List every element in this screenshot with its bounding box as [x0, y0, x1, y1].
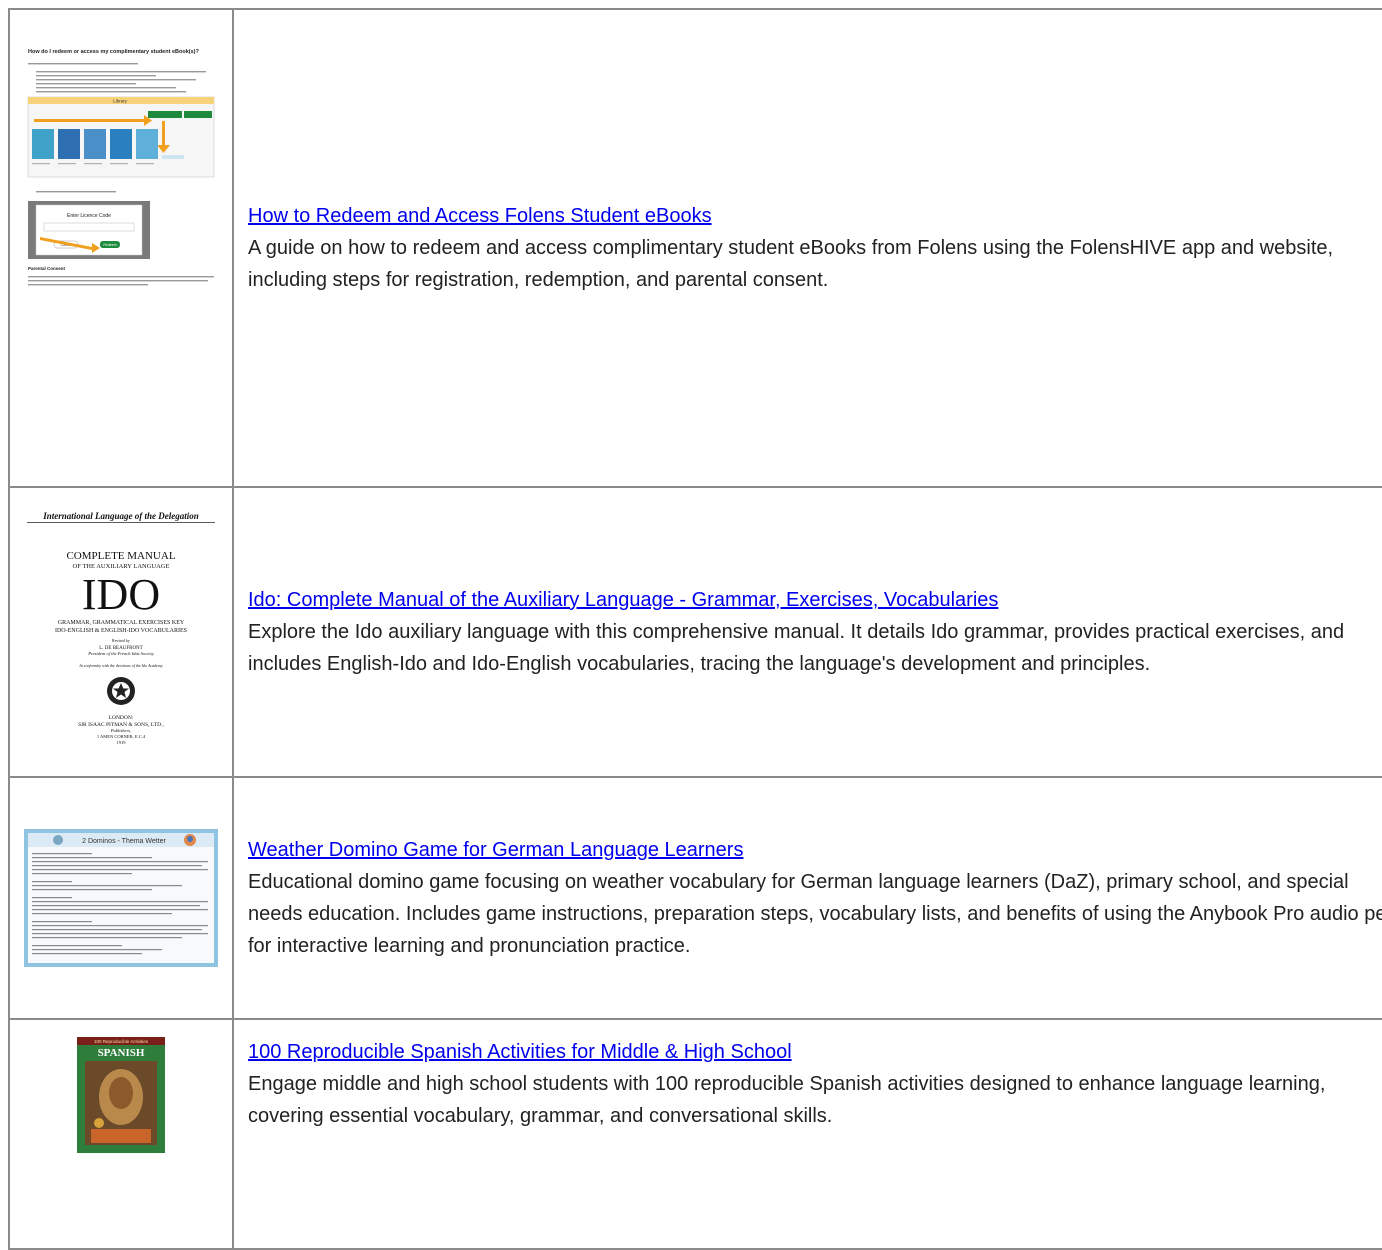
- table-row: International Language of the Delegation…: [8, 486, 1382, 778]
- result-title-link[interactable]: How to Redeem and Access Folens Student …: [248, 200, 712, 232]
- spanish-activities-thumbnail: 100 Reproducible Activities SPANISH: [77, 1037, 165, 1153]
- result-title-link[interactable]: 100 Reproducible Spanish Activities for …: [248, 1036, 792, 1068]
- library-label: Library: [113, 99, 128, 104]
- result-info-cell: Ido: Complete Manual of the Auxiliary La…: [232, 486, 1382, 778]
- folens-guide-thumbnail: How do I redeem or access my complimenta…: [20, 41, 222, 367]
- cover-line: Revised by: [112, 638, 130, 643]
- thumbnail-cell: International Language of the Delegation…: [8, 486, 234, 778]
- thumbnail[interactable]: How do I redeem or access my complimenta…: [10, 11, 232, 485]
- ido-manual-thumbnail: International Language of the Delegation…: [21, 507, 221, 757]
- table-row: How do I redeem or access my complimenta…: [8, 8, 1382, 488]
- result-info-cell: How to Redeem and Access Folens Student …: [232, 8, 1382, 488]
- result-description: Educational domino game focusing on weat…: [248, 871, 1382, 957]
- cover-line: GRAMMAR, GRAMMATICAL EXERCISES KEY: [58, 620, 185, 626]
- cover-line: OF THE AUXILIARY LANGUAGE: [73, 563, 170, 570]
- thumbnail[interactable]: International Language of the Delegation…: [10, 489, 232, 775]
- section-label: Parental Consent: [28, 266, 66, 271]
- game-heading: 2 Dominos - Thema Wetter: [82, 838, 166, 845]
- thumb-heading: How do I redeem or access my complimenta…: [28, 49, 199, 55]
- thumbnail[interactable]: 2 Dominos - Thema Wetter: [10, 779, 232, 1017]
- redeem-label: Redeem: [103, 243, 116, 247]
- cover-line: COMPLETE MANUAL: [66, 550, 175, 562]
- cover-line: In conformity with the decisions of the …: [78, 663, 162, 668]
- table-row: 100 Reproducible Activities SPANISH 100 …: [8, 1018, 1382, 1250]
- result-title-link[interactable]: Weather Domino Game for German Language …: [248, 834, 743, 866]
- results-table: How do I redeem or access my complimenta…: [8, 8, 1382, 1250]
- result-description: A guide on how to redeem and access comp…: [248, 237, 1334, 291]
- thumbnail-cell: How do I redeem or access my complimenta…: [8, 8, 234, 488]
- cover-line: LONDON:: [109, 715, 134, 721]
- result-description: Explore the Ido auxiliary language with …: [248, 621, 1345, 675]
- cover-banner: 100 Reproducible Activities: [94, 1039, 149, 1044]
- thumbnail[interactable]: 100 Reproducible Activities SPANISH: [10, 1020, 232, 1170]
- cover-title: SPANISH: [98, 1047, 145, 1059]
- result-description: Engage middle and high school students w…: [248, 1073, 1326, 1127]
- result-info-cell: 100 Reproducible Spanish Activities for …: [232, 1018, 1382, 1250]
- domino-game-thumbnail: 2 Dominos - Thema Wetter: [24, 829, 218, 967]
- license-label: Enter Licence Code: [67, 213, 111, 219]
- cover-line: IDO-ENGLISH & ENGLISH-IDO VOCABULARIES: [55, 628, 187, 634]
- thumbnail-cell: 100 Reproducible Activities SPANISH: [8, 1018, 234, 1250]
- cover-header: International Language of the Delegation: [42, 511, 199, 521]
- table-row: 2 Dominos - Thema Wetter Weather Domino …: [8, 776, 1382, 1020]
- result-info-cell: Weather Domino Game for German Language …: [232, 776, 1382, 1020]
- cover-line: President of the French Idist Society: [87, 651, 154, 656]
- cover-title: IDO: [82, 570, 160, 619]
- thumbnail-cell: 2 Dominos - Thema Wetter: [8, 776, 234, 1020]
- result-title-link[interactable]: Ido: Complete Manual of the Auxiliary La…: [248, 584, 998, 616]
- cover-line: 1919: [117, 740, 127, 745]
